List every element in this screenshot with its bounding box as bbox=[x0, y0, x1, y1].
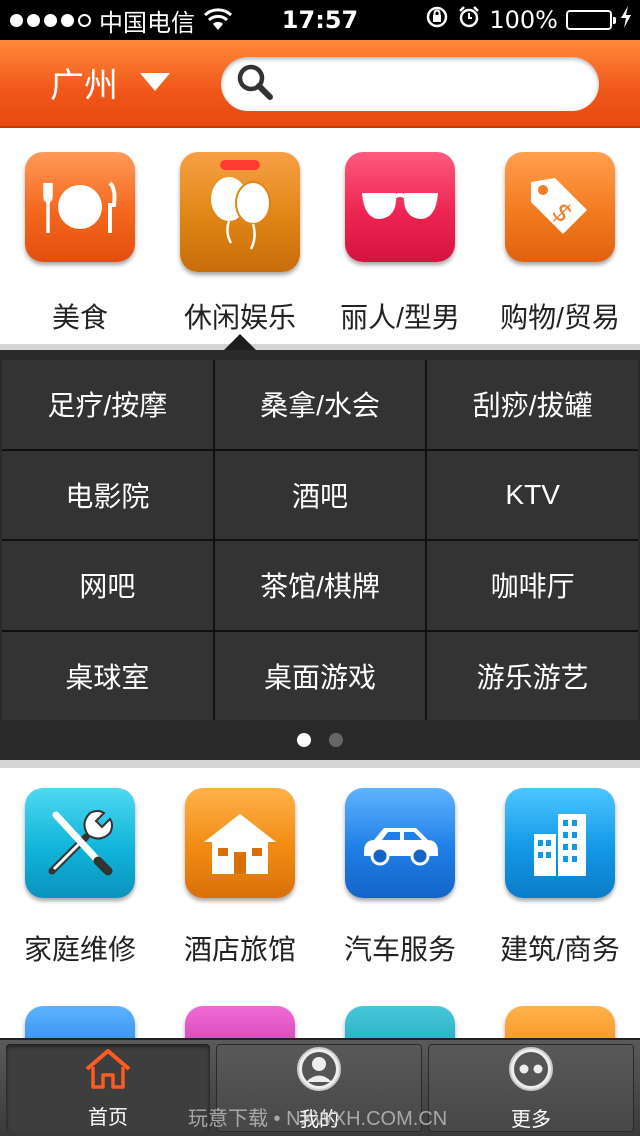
tab-more[interactable]: 更多 bbox=[428, 1044, 634, 1132]
category-label: 购物/贸易 bbox=[500, 302, 620, 333]
category-label: 休闲娱乐 bbox=[183, 302, 296, 333]
battery-icon bbox=[566, 10, 616, 30]
tab-label: 更多 bbox=[511, 1108, 551, 1131]
page-indicator[interactable] bbox=[0, 722, 640, 758]
subcategory-item[interactable]: 桌面游戏 bbox=[214, 631, 426, 720]
user-icon bbox=[295, 1045, 343, 1099]
category-label: 家庭维修 bbox=[23, 934, 136, 965]
graduation-cap-icon bbox=[345, 1006, 455, 1038]
category-partial[interactable] bbox=[0, 1000, 160, 1038]
app-header: 广州 bbox=[0, 40, 640, 128]
subcategory-item[interactable]: 桌球室 bbox=[2, 631, 213, 720]
subcategory-item[interactable]: 桑拿/水会 bbox=[214, 360, 426, 449]
ticket-icon bbox=[185, 1006, 295, 1038]
category-home-repair[interactable]: 家庭维修 bbox=[0, 768, 160, 978]
category-construction-business[interactable]: 建筑/商务 bbox=[480, 768, 640, 978]
dropdown-arrow-icon bbox=[140, 73, 170, 91]
search-icon bbox=[235, 62, 275, 106]
car-icon bbox=[345, 788, 455, 898]
tab-home[interactable]: 首页 bbox=[6, 1044, 210, 1132]
category-label: 美食 bbox=[51, 302, 108, 333]
subcategory-item[interactable]: 咖啡厅 bbox=[427, 541, 638, 630]
category-label: 丽人/型男 bbox=[340, 302, 460, 333]
tab-label: 首页 bbox=[88, 1106, 128, 1129]
search-input[interactable] bbox=[283, 70, 583, 98]
running-person-icon bbox=[25, 1006, 135, 1038]
tools-icon bbox=[25, 788, 135, 898]
category-partial[interactable] bbox=[480, 1000, 640, 1038]
subcategory-item[interactable]: 刮痧/拔罐 bbox=[427, 360, 638, 449]
divider bbox=[0, 760, 640, 768]
subcategory-item[interactable]: 茶馆/棋牌 bbox=[214, 541, 426, 630]
status-bar: 中国电信 17:57 100% bbox=[0, 0, 640, 40]
page-dot-active[interactable] bbox=[297, 733, 311, 747]
subcategory-item[interactable]: 游乐游艺 bbox=[427, 631, 638, 720]
category-label: 建筑/商务 bbox=[500, 934, 620, 965]
price-tag-icon: $ bbox=[505, 152, 615, 262]
category-partial[interactable] bbox=[160, 1000, 320, 1038]
category-partial[interactable] bbox=[320, 1000, 480, 1038]
panel-pointer bbox=[224, 334, 256, 350]
category-shopping[interactable]: $ 购物/贸易 bbox=[480, 128, 640, 344]
category-food[interactable]: 美食 bbox=[0, 128, 160, 344]
category-label: 酒店旅馆 bbox=[183, 934, 296, 965]
subcategory-item[interactable]: 网吧 bbox=[2, 541, 213, 630]
subcategory-item[interactable]: KTV bbox=[427, 450, 638, 539]
category-leisure-entertainment[interactable]: 休闲娱乐 bbox=[160, 128, 320, 344]
subcategory-item[interactable]: 足疗/按摩 bbox=[2, 360, 213, 449]
category-beauty[interactable]: 丽人/型男 bbox=[320, 128, 480, 344]
home-icon bbox=[83, 1047, 133, 1097]
category-label: 汽车服务 bbox=[343, 934, 456, 965]
cloud-icon bbox=[505, 1006, 615, 1038]
alarm-icon bbox=[457, 5, 481, 35]
subcategory-panel: 足疗/按摩 桑拿/水会 刮痧/拔罐 电影院 酒吧 KTV 网吧 茶馆/棋牌 咖啡… bbox=[0, 334, 640, 760]
city-name: 广州 bbox=[50, 65, 118, 106]
dining-icon bbox=[25, 152, 135, 262]
subcategory-item[interactable]: 电影院 bbox=[2, 450, 213, 539]
subcategory-item[interactable]: 酒吧 bbox=[214, 450, 426, 539]
page-dot[interactable] bbox=[329, 733, 343, 747]
category-auto-service[interactable]: 汽车服务 bbox=[320, 768, 480, 978]
charging-icon bbox=[620, 6, 632, 34]
battery-percentage: 100% bbox=[489, 6, 558, 34]
watermark: 玩意下载 • NXWXH.COM.CN bbox=[188, 1108, 448, 1130]
balloons-icon bbox=[180, 152, 300, 272]
sunglasses-icon bbox=[345, 152, 455, 262]
buildings-icon bbox=[505, 788, 615, 898]
city-selector[interactable]: 广州 bbox=[50, 60, 170, 106]
rotation-lock-icon bbox=[425, 5, 449, 35]
status-right: 100% bbox=[425, 0, 632, 40]
more-icon bbox=[507, 1045, 555, 1099]
category-hotel[interactable]: 酒店旅馆 bbox=[160, 768, 320, 978]
house-icon bbox=[185, 788, 295, 898]
subcategory-grid: 足疗/按摩 桑拿/水会 刮痧/拔罐 电影院 酒吧 KTV 网吧 茶馆/棋牌 咖啡… bbox=[2, 360, 638, 720]
search-box[interactable] bbox=[221, 57, 599, 111]
